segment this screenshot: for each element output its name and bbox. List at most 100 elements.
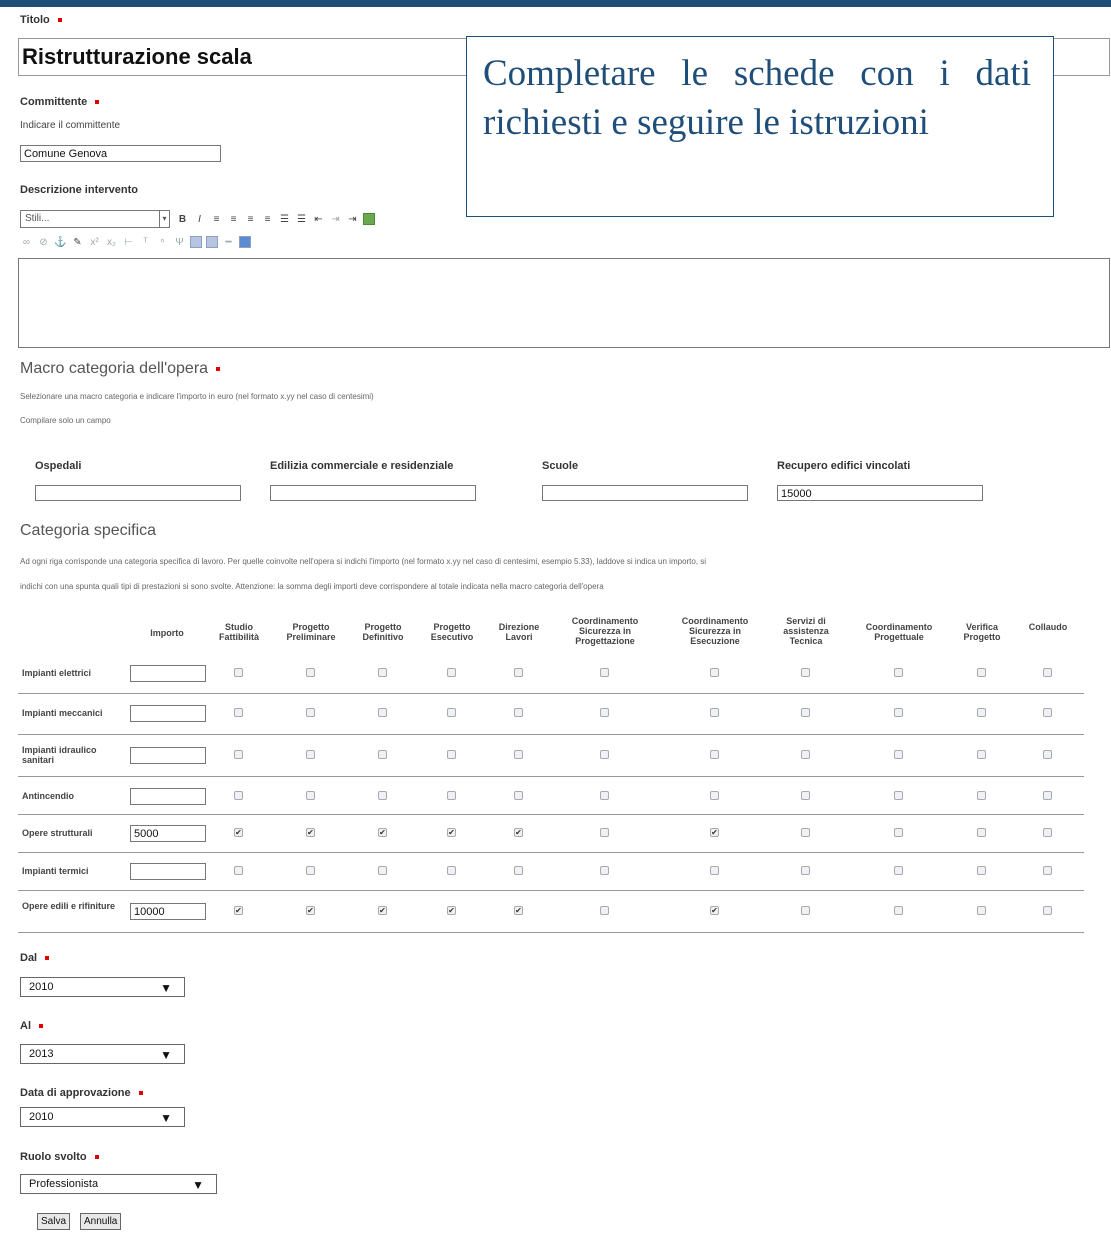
checkbox[interactable] [600,866,609,875]
checkbox[interactable] [801,750,810,759]
checkbox[interactable] [378,750,387,759]
macro-field-input[interactable]: 15000 [777,485,983,501]
checkbox[interactable] [894,906,903,915]
macro-field-input[interactable] [270,485,476,501]
from-year-select[interactable]: 2010 ▼ [20,977,185,997]
importo-input[interactable]: 5000 [130,825,206,842]
align-right-icon[interactable]: ≡ [244,213,257,226]
to-year-select[interactable]: 2013 ▼ [20,1044,185,1064]
macro-field-input[interactable] [35,485,241,501]
checkbox[interactable] [514,708,523,717]
checkbox-checked[interactable]: ✔ [306,828,315,837]
italic-icon[interactable]: I [193,213,206,226]
checkbox-checked[interactable]: ✔ [234,906,243,915]
checkbox[interactable] [514,791,523,800]
checkbox[interactable] [801,866,810,875]
checkbox[interactable] [378,791,387,800]
bullet-list-icon[interactable]: ☰ [278,213,291,226]
checkbox[interactable] [977,906,986,915]
title-input-value[interactable]: Ristrutturazione scala [22,44,252,70]
checkbox-checked[interactable]: ✔ [514,906,523,915]
checkbox[interactable] [306,668,315,677]
checkbox[interactable] [1043,828,1052,837]
client-input[interactable]: Comune Genova [20,145,221,162]
checkbox-checked[interactable]: ✔ [234,828,243,837]
importo-input[interactable]: 10000 [130,903,206,920]
macro-field-input[interactable] [542,485,748,501]
table-row-icon[interactable]: ᵀ [139,236,152,249]
checkbox[interactable] [600,708,609,717]
checkbox-checked[interactable]: ✔ [306,906,315,915]
checkbox[interactable] [234,708,243,717]
importo-input[interactable] [130,863,206,880]
edit-icon[interactable]: ✎ [71,236,84,249]
superscript-icon[interactable]: x² [88,236,101,249]
checkbox-checked[interactable]: ✔ [378,828,387,837]
checkbox[interactable] [894,791,903,800]
checkbox-checked[interactable]: ✔ [710,828,719,837]
checkbox[interactable] [600,791,609,800]
checkbox[interactable] [1043,791,1052,800]
outdent-icon[interactable]: ⇤ [312,213,325,226]
checkbox[interactable] [1043,708,1052,717]
checkbox[interactable] [894,828,903,837]
checkbox[interactable] [1043,750,1052,759]
checkbox[interactable] [447,708,456,717]
checkbox[interactable] [801,668,810,677]
checkbox[interactable] [306,791,315,800]
checkbox[interactable] [894,668,903,677]
indent-icon[interactable]: ⇥ [329,213,342,226]
checkbox[interactable] [514,750,523,759]
style-select[interactable]: Stili... ▾ [20,210,170,228]
checkbox[interactable] [378,866,387,875]
checkbox[interactable] [600,750,609,759]
checkbox[interactable] [977,791,986,800]
importo-input[interactable] [130,665,206,682]
checkbox[interactable] [710,791,719,800]
checkbox[interactable] [234,668,243,677]
checkbox[interactable] [600,668,609,677]
checkbox-checked[interactable]: ✔ [447,828,456,837]
insert-image-icon[interactable] [363,213,375,225]
role-select[interactable]: Professionista ▼ [20,1174,217,1194]
horizontal-rule-icon[interactable]: ━ [222,236,235,249]
html-source-icon[interactable] [239,236,251,248]
checkbox[interactable] [1043,906,1052,915]
checkbox[interactable] [447,668,456,677]
importo-input[interactable] [130,788,206,805]
table-props-icon[interactable] [206,236,218,248]
checkbox[interactable] [447,791,456,800]
checkbox[interactable] [710,708,719,717]
checkbox[interactable] [710,750,719,759]
checkbox[interactable] [894,708,903,717]
checkbox[interactable] [378,668,387,677]
checkbox[interactable] [447,750,456,759]
checkbox-checked[interactable]: ✔ [710,906,719,915]
description-editor[interactable] [18,258,1110,348]
checkbox[interactable] [514,866,523,875]
align-justify-icon[interactable]: ≡ [261,213,274,226]
table-insert-icon[interactable]: ⊢ [122,236,135,249]
checkbox[interactable] [977,866,986,875]
checkbox[interactable] [710,866,719,875]
checkbox[interactable] [600,906,609,915]
importo-input[interactable] [130,705,206,722]
approval-year-select[interactable]: 2010 ▼ [20,1107,185,1127]
subscript-icon[interactable]: x₂ [105,236,118,249]
checkbox[interactable] [801,828,810,837]
checkbox[interactable] [1043,668,1052,677]
checkbox[interactable] [306,750,315,759]
special-char-icon[interactable]: Ψ [173,236,186,249]
checkbox[interactable] [977,828,986,837]
checkbox-checked[interactable]: ✔ [378,906,387,915]
numbered-list-icon[interactable]: ☰ [295,213,308,226]
checkbox[interactable] [306,708,315,717]
checkbox[interactable] [801,906,810,915]
bold-icon[interactable]: B [176,213,189,226]
cancel-button[interactable]: Annulla [80,1213,122,1230]
align-left-icon[interactable]: ≡ [210,213,223,226]
checkbox[interactable] [234,866,243,875]
checkbox[interactable] [801,791,810,800]
checkbox-checked[interactable]: ✔ [514,828,523,837]
checkbox[interactable] [600,828,609,837]
